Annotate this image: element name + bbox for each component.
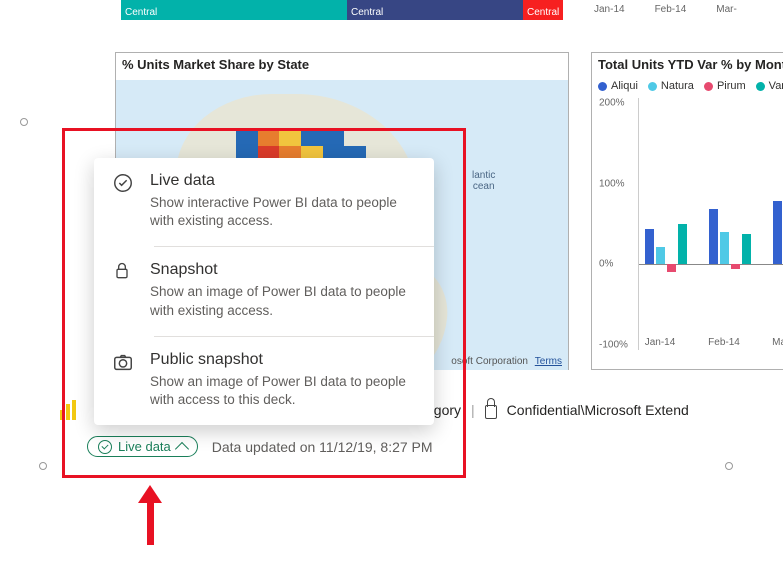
selection-handle[interactable]	[39, 462, 47, 470]
legend-bar-central-3: Central	[523, 0, 563, 20]
legend-label: Natura	[661, 80, 694, 92]
legend-label: Pirum	[717, 80, 746, 92]
chart-panel-title: Total Units YTD Var % by Mont	[592, 53, 783, 80]
chevron-up-icon	[175, 441, 189, 455]
top-mini-xaxis: Jan-14 Feb-14 Mar-	[594, 4, 737, 15]
map-label-atlantic: lantic cean	[472, 170, 495, 192]
x-tick: Mar-14	[763, 337, 783, 348]
arrow-shaft	[147, 499, 154, 545]
data-updated-text: Data updated on 11/12/19, 8:27 PM	[212, 439, 433, 455]
bar-natura	[720, 232, 729, 265]
top-xaxis-tick: Feb-14	[655, 4, 687, 15]
legend-label: VanAr	[769, 80, 783, 92]
bar-vanars	[678, 224, 687, 264]
bar-aliqui	[709, 209, 718, 264]
bar-pirum	[731, 264, 740, 269]
y-tick: 0%	[599, 259, 613, 270]
y-tick: 200%	[599, 98, 625, 109]
chart-legend: Aliqui Natura Pirum VanAr	[592, 80, 783, 98]
menu-item-public-snapshot[interactable]: Public snapshot Show an image of Power B…	[94, 337, 434, 425]
menu-item-desc: Show interactive Power BI data to people…	[150, 194, 416, 230]
bar-natura	[656, 247, 665, 265]
annotation-arrow	[138, 485, 162, 545]
legend-dot-natura	[648, 82, 657, 91]
legend-dot-pirum	[704, 82, 713, 91]
y-tick: -100%	[599, 339, 628, 350]
x-tick: Feb-14	[699, 337, 749, 348]
menu-item-live-data[interactable]: Live data Show interactive Power BI data…	[94, 158, 434, 246]
legend-dot-aliqui	[598, 82, 607, 91]
sensitivity-label: Confidential\Microsoft Extend	[507, 402, 689, 418]
bar-pirum	[667, 264, 676, 272]
legend-dot-vanars	[756, 82, 765, 91]
menu-item-title: Snapshot	[150, 261, 416, 279]
map-credit-text: osoft Corporation	[451, 356, 528, 367]
selection-handle[interactable]	[725, 462, 733, 470]
chart-plot-area[interactable]: 200% 100% 0% -100%	[638, 98, 783, 350]
map-attribution: osoft Corporation Terms	[451, 356, 562, 367]
selection-handle[interactable]	[20, 118, 28, 126]
footer-divider: |	[471, 402, 475, 418]
map-panel-title: % Units Market Share by State	[116, 53, 568, 80]
map-terms-link[interactable]: Terms	[535, 356, 562, 367]
legend-bar-central-2: Central	[347, 0, 523, 20]
check-circle-icon	[98, 440, 112, 454]
powerbi-logo-icon	[60, 400, 76, 420]
chart-panel: Total Units YTD Var % by Mont Aliqui Nat…	[591, 52, 783, 370]
legend-bar-central-1: Central	[121, 0, 347, 20]
menu-item-snapshot[interactable]: Snapshot Show an image of Power BI data …	[94, 247, 434, 335]
camera-icon	[112, 351, 136, 409]
view-mode-pill[interactable]: Live data	[87, 436, 198, 457]
bar-aliqui	[645, 229, 654, 264]
menu-item-desc: Show an image of Power BI data to people…	[150, 373, 416, 409]
menu-item-title: Live data	[150, 172, 416, 190]
bar-vanars	[742, 234, 751, 264]
x-tick: Jan-14	[635, 337, 685, 348]
bar-aliqui	[773, 201, 782, 264]
status-row: Live data Data updated on 11/12/19, 8:27…	[87, 436, 433, 457]
legend-label: Aliqui	[611, 80, 638, 92]
view-mode-label: Live data	[118, 439, 171, 454]
menu-item-title: Public snapshot	[150, 351, 416, 369]
view-mode-menu: Live data Show interactive Power BI data…	[94, 158, 434, 425]
top-xaxis-tick: Mar-	[716, 4, 737, 15]
check-circle-icon	[112, 172, 136, 230]
lock-icon	[485, 405, 497, 419]
y-tick: 100%	[599, 178, 625, 189]
lock-icon	[112, 261, 136, 319]
menu-item-desc: Show an image of Power BI data to people…	[150, 283, 416, 319]
top-legend-bars: Central Central Central	[121, 0, 563, 20]
top-xaxis-tick: Jan-14	[594, 4, 625, 15]
